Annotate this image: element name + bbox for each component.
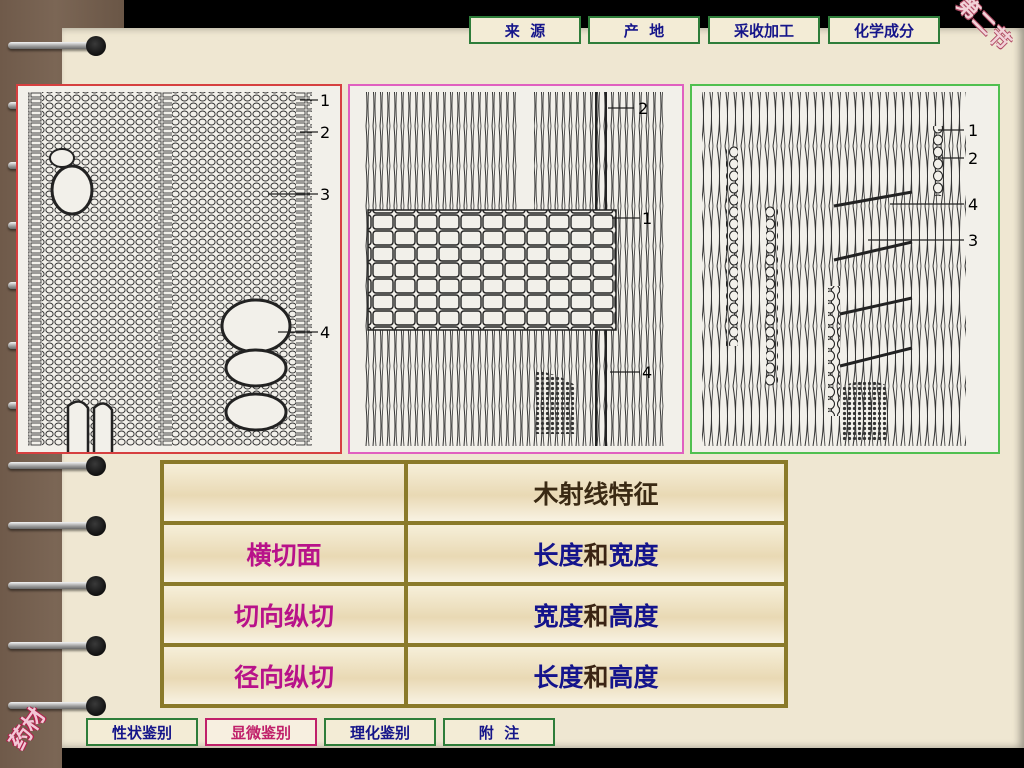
figure-cross-section: 1 2 3 4 [16,84,342,454]
table-header-empty [162,462,406,523]
table-row: 径向纵切 长度和高度 [162,645,786,706]
page-bottom-edge [62,748,1024,768]
row-value: 长度和宽度 [406,523,786,584]
row-value: 长度和高度 [406,645,786,706]
nav-chemistry-button[interactable]: 化学成分 [828,16,940,44]
row-label: 横切面 [162,523,406,584]
wood-ray-table: 木射线特征 横切面 长度和宽度 切向纵切 宽度和高度 径向纵切 长度和高度 [160,460,788,708]
binding-ring [8,510,108,540]
table-row: 切向纵切 宽度和高度 [162,584,786,645]
nav-harvest-button[interactable]: 采收加工 [708,16,820,44]
binding-ring [8,570,108,600]
figure-label: 1 [968,121,978,140]
nav-microscopy-button[interactable]: 显微鉴别 [205,718,317,746]
nav-appearance-button[interactable]: 性状鉴别 [86,718,198,746]
table-row: 横切面 长度和宽度 [162,523,786,584]
figure-radial-section: 1 2 4 3 [690,84,1000,454]
table-header-row: 木射线特征 [162,462,786,523]
binding-ring [8,630,108,660]
figure-label: 2 [968,149,978,168]
figure-label: 3 [968,231,978,250]
figure-label: 1 [320,91,330,110]
figure-label: 1 [642,209,652,228]
figure-label: 3 [320,185,330,204]
figure-label: 2 [638,99,648,118]
nav-physchem-button[interactable]: 理化鉴别 [324,718,436,746]
row-value: 宽度和高度 [406,584,786,645]
table-header-title: 木射线特征 [406,462,786,523]
figure-label: 4 [642,363,652,382]
binding-ring [8,30,108,60]
nav-notes-button[interactable]: 附 注 [443,718,555,746]
figure-label: 2 [320,123,330,142]
row-label: 径向纵切 [162,645,406,706]
figure-label: 4 [320,323,330,342]
nav-origin-button[interactable]: 产 地 [588,16,700,44]
figure-label: 4 [968,195,978,214]
binding-ring [8,450,108,480]
row-label: 切向纵切 [162,584,406,645]
figure-tangential-section: 2 1 4 [348,84,684,454]
nav-source-button[interactable]: 来 源 [469,16,581,44]
